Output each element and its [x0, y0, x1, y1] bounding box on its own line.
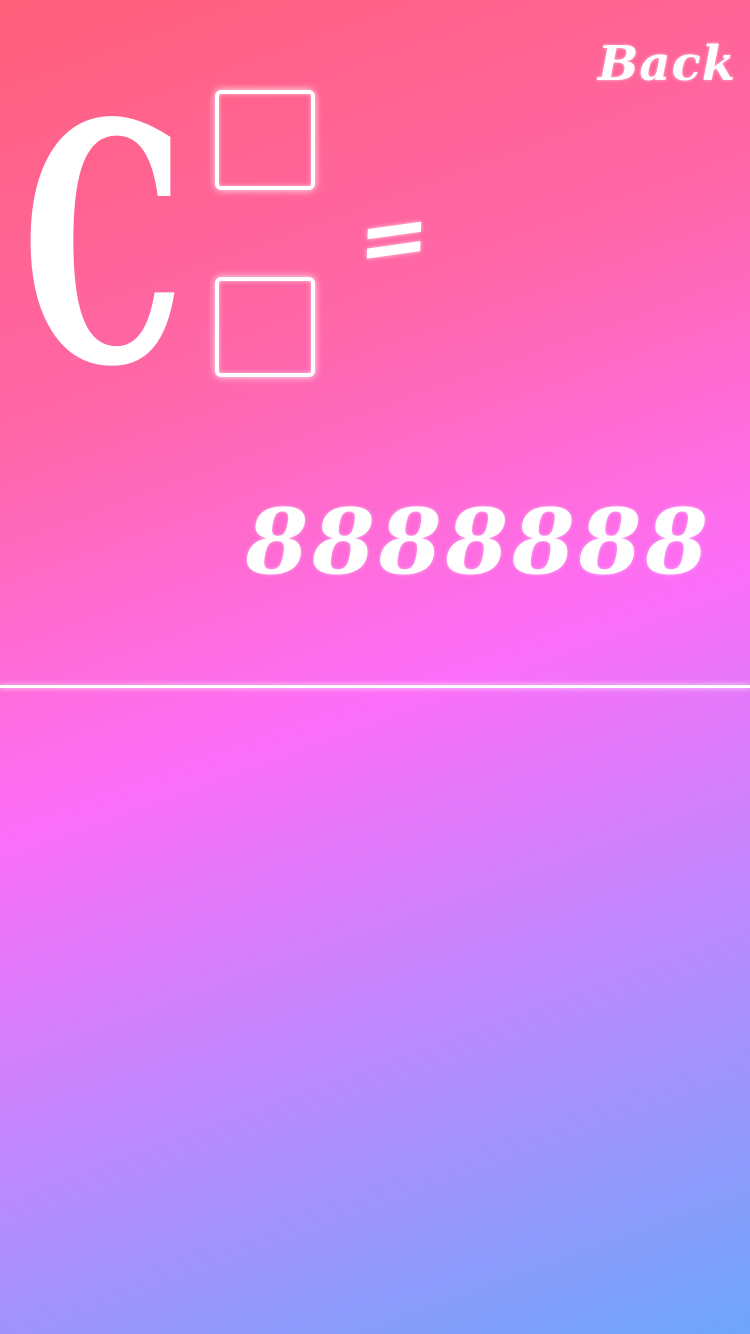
equals-sign: = [356, 182, 432, 294]
back-button[interactable]: Back [598, 40, 736, 88]
combination-symbol: C [22, 51, 185, 439]
bottom-number-slot[interactable] [215, 277, 315, 377]
input-area[interactable] [0, 689, 750, 1334]
section-divider [0, 685, 750, 688]
top-number-slot[interactable] [215, 90, 315, 190]
result-display: 8888888 [245, 489, 712, 595]
